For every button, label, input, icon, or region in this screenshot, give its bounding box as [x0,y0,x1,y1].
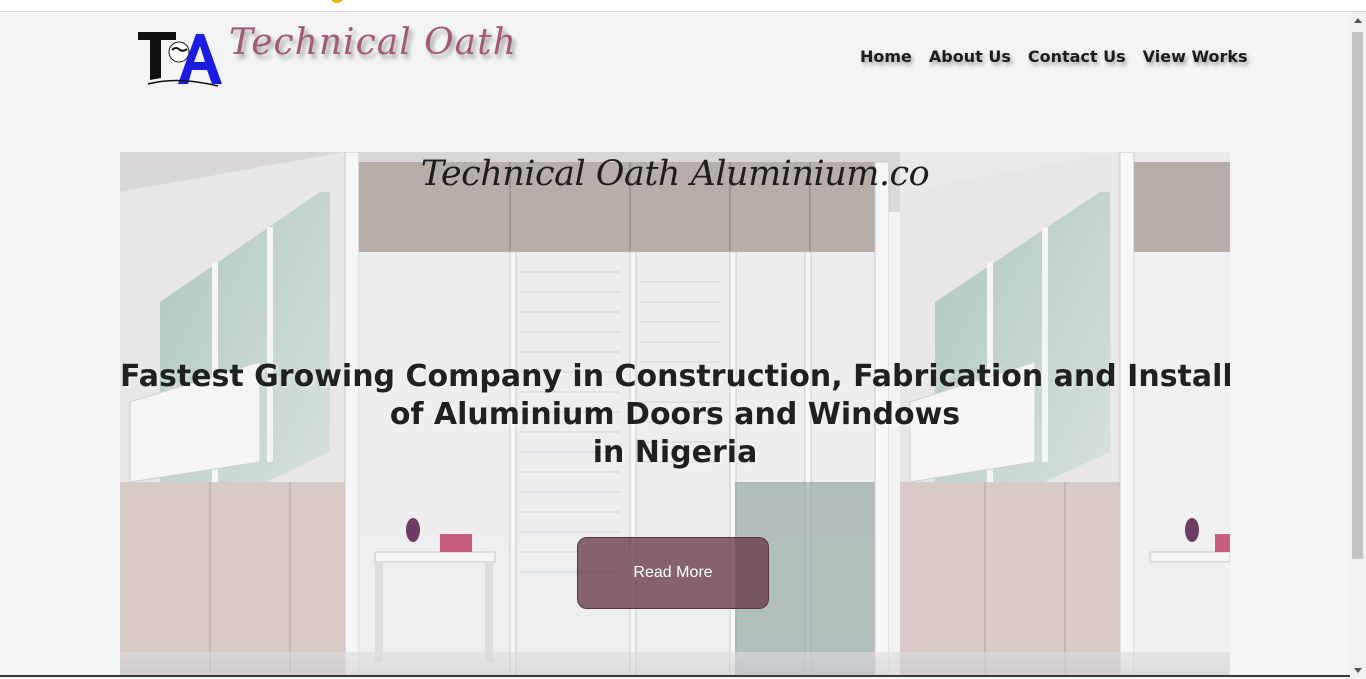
nav-link-contact-us[interactable]: Contact Us [1028,47,1126,66]
hero-title: Technical Oath Aluminium.co [420,154,930,194]
scrollbar-thumb[interactable] [1352,32,1363,559]
loading-indicator [330,0,344,3]
read-more-button[interactable]: Read More [577,537,769,609]
company-logo-icon[interactable] [134,26,226,88]
nav-link-view-works[interactable]: View Works [1143,47,1248,66]
page-scrollbar[interactable] [1350,12,1366,679]
hero-headline: Fastest Growing Company in Construction,… [120,358,1230,472]
headline-line-1: Fastest Growing Company in Construction,… [120,359,1230,394]
nav-link-home[interactable]: Home [860,47,912,66]
site-header: Technical Oath Home About Us Contact Us … [0,12,1350,102]
headline-line-2: of Aluminium Doors and Windows [389,397,961,432]
page-bottom-divider [0,675,1350,677]
main-nav: Home About Us Contact Us View Works [860,47,1248,66]
scroll-up-arrow-icon[interactable] [1354,18,1362,23]
scroll-down-arrow-icon[interactable] [1354,668,1362,673]
browser-top-strip [0,0,1366,12]
headline-line-3: in Nigeria [592,435,758,470]
site-brand-title[interactable]: Technical Oath [229,22,517,63]
hero-banner: Technical Oath Aluminium.co Fastest Grow… [120,152,1230,675]
nav-link-about-us[interactable]: About Us [929,47,1011,66]
